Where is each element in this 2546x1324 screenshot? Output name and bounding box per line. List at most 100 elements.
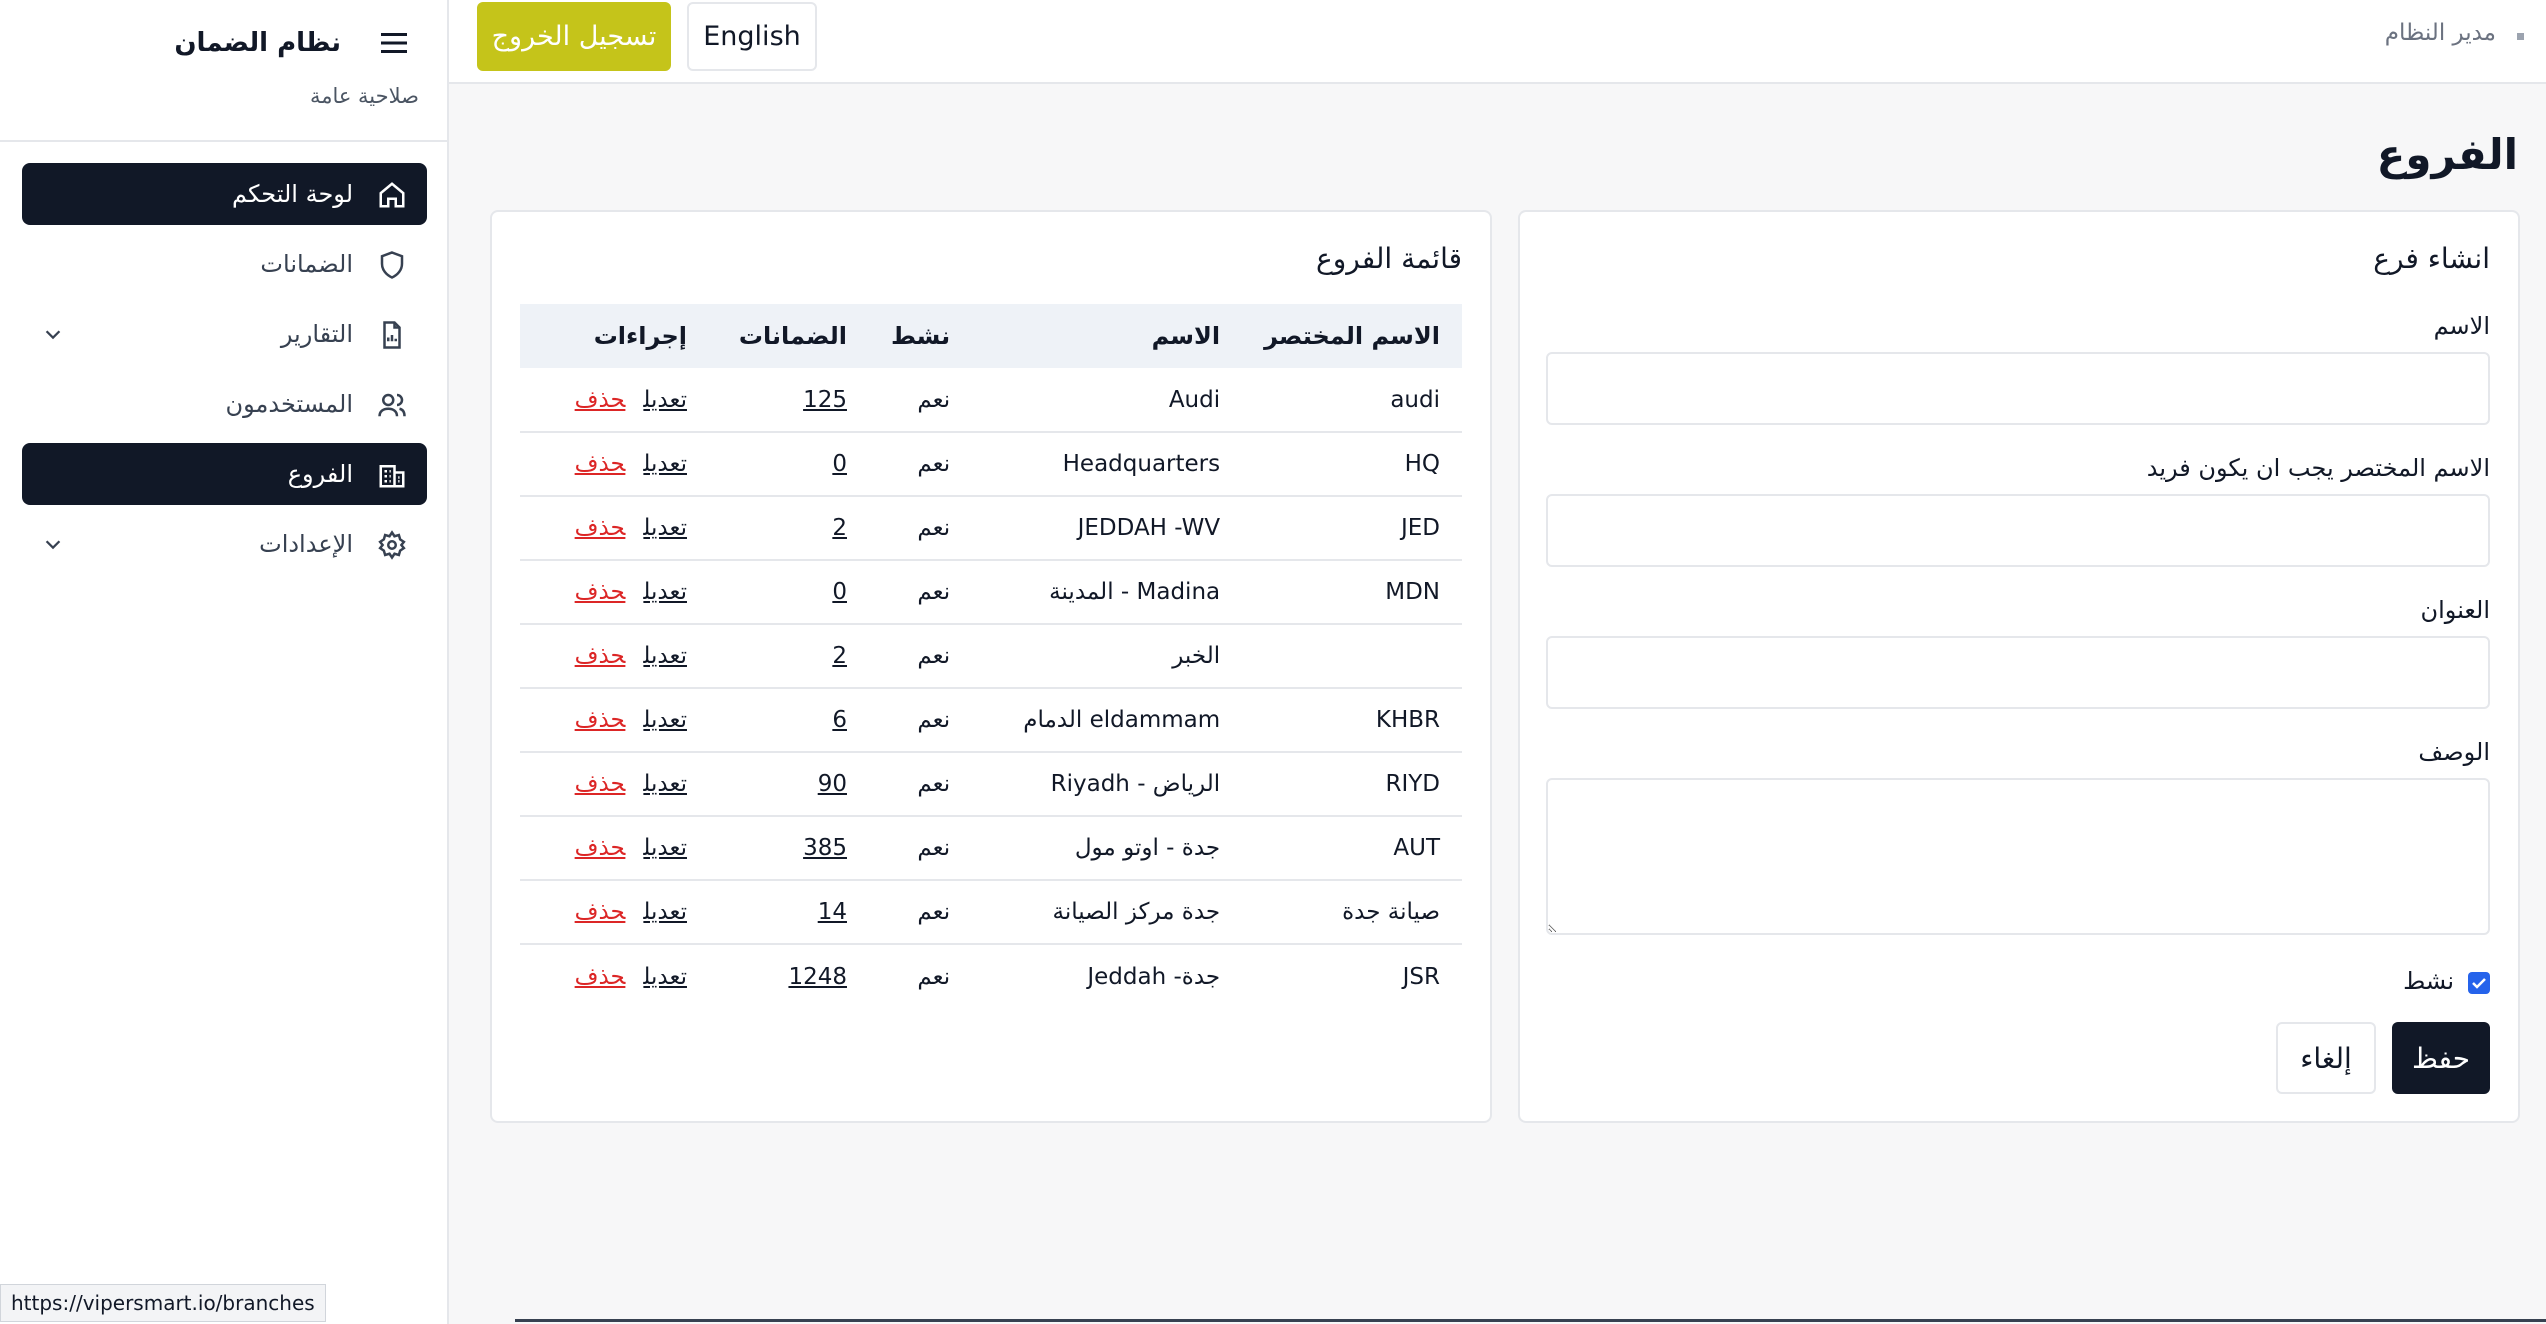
delete-link[interactable]: حذف: [575, 579, 626, 605]
edit-link[interactable]: تعديل: [643, 451, 687, 477]
table-row: JSR جدة- Jeddah نعم 1248 تعديل حذف: [520, 944, 1462, 1008]
branch-short-name: HQ: [1242, 432, 1462, 497]
chevron-down-icon[interactable]: [42, 533, 64, 555]
user-name[interactable]: مدير النظام: [2385, 20, 2496, 46]
hamburger-menu-icon[interactable]: [379, 30, 409, 60]
branch-short-name: JED: [1242, 496, 1462, 561]
branch-active: نعم: [868, 432, 973, 497]
delete-link[interactable]: حذف: [575, 451, 626, 477]
active-checkbox[interactable]: [2468, 972, 2490, 994]
description-textarea[interactable]: [1546, 778, 2490, 935]
users-icon: [377, 390, 407, 420]
branch-short-name: JSR: [1402, 963, 1440, 990]
guarantees-count-link[interactable]: 2: [832, 643, 847, 669]
edit-link[interactable]: تعديل: [643, 707, 687, 733]
table-row: AUT جدة - اوتو مول نعم 385 تعديل حذف: [520, 816, 1462, 881]
branch-name: eldammam الدمام: [972, 688, 1243, 753]
cancel-button[interactable]: إلغاء: [2276, 1022, 2376, 1094]
branch-name: جدة- Jeddah: [1087, 963, 1221, 990]
branch-short-name: [1242, 624, 1462, 689]
branch-active: نعم: [917, 963, 951, 990]
page-title: الفروع: [2376, 130, 2518, 179]
branch-name: الخبر: [972, 624, 1243, 689]
sidebar-item-label: الإعدادات: [259, 530, 353, 558]
app-subtitle: صلاحية عامة: [309, 84, 419, 108]
name-input[interactable]: [1546, 352, 2490, 425]
delete-link[interactable]: حذف: [575, 515, 626, 541]
delete-link[interactable]: حذف: [575, 707, 626, 733]
table-row: MDN Madina - المدينة نعم 0 تعديل حذف: [520, 560, 1462, 625]
report-icon: [377, 320, 407, 350]
edit-link[interactable]: تعديل: [643, 515, 687, 541]
branch-active: نعم: [868, 560, 973, 625]
edit-link[interactable]: تعديل: [643, 579, 687, 605]
branch-short-name: MDN: [1242, 560, 1462, 625]
bottom-divider: [515, 1319, 2546, 1322]
edit-link[interactable]: تعديل: [643, 835, 687, 861]
sidebar-item-branches[interactable]: الفروع: [22, 443, 427, 505]
sidebar-item-label: لوحة التحكم: [232, 180, 353, 208]
sidebar-item-label: الضمانات: [260, 250, 353, 278]
column-header: إجراءات: [520, 304, 709, 368]
table-row: audi Audi نعم 125 تعديل حذف: [520, 368, 1462, 433]
guarantees-count-link[interactable]: 2: [832, 515, 847, 541]
guarantees-count-link[interactable]: 0: [832, 451, 847, 477]
guarantees-count-link[interactable]: 6: [832, 707, 847, 733]
guarantees-count-link[interactable]: 14: [818, 899, 847, 925]
branch-name: JEDDAH -WV: [972, 496, 1243, 561]
column-header: الاسم المختصر: [1242, 304, 1462, 368]
delete-link[interactable]: حذف: [575, 964, 626, 990]
branch-short-name: KHBR: [1242, 688, 1462, 753]
guarantees-count-link[interactable]: 1248: [788, 964, 847, 990]
table-row: الخبر نعم 2 تعديل حذف: [520, 624, 1462, 689]
sidebar-item-guarantees[interactable]: الضمانات: [22, 233, 427, 295]
branch-name: Madina - المدينة: [972, 560, 1243, 625]
create-branch-heading: انشاء فرع: [2373, 242, 2490, 275]
edit-link[interactable]: تعديل: [643, 771, 687, 797]
delete-link[interactable]: حذف: [575, 387, 626, 413]
branch-name: الرياض - Riyadh: [972, 752, 1243, 817]
short-name-input[interactable]: [1546, 494, 2490, 567]
delete-link[interactable]: حذف: [575, 643, 626, 669]
branch-list-heading: قائمة الفروع: [1316, 242, 1462, 275]
status-bar-url: https://vipersmart.io/branches: [0, 1284, 326, 1322]
table-row: KHBR eldammam الدمام نعم 6 تعديل حذف: [520, 688, 1462, 753]
sidebar-item-label: التقارير: [280, 320, 353, 348]
sidebar-item-label: الفروع: [287, 460, 353, 488]
gear-icon: [377, 530, 407, 560]
branch-name: Headquarters: [972, 432, 1243, 497]
guarantees-count-link[interactable]: 0: [832, 579, 847, 605]
delete-link[interactable]: حذف: [575, 771, 626, 797]
branch-active: نعم: [868, 496, 973, 561]
branch-active: نعم: [868, 688, 973, 753]
sidebar-item-users[interactable]: المستخدمون: [22, 373, 427, 435]
table-row: JED JEDDAH -WV نعم 2 تعديل حذف: [520, 496, 1462, 561]
branch-active: نعم: [868, 752, 973, 817]
user-status-icon: [2517, 33, 2524, 40]
sidebar-item-settings[interactable]: الإعدادات: [22, 513, 427, 575]
chevron-down-icon[interactable]: [42, 323, 64, 345]
guarantees-count-link[interactable]: 125: [803, 387, 847, 413]
guarantees-count-link[interactable]: 90: [818, 771, 847, 797]
active-label: نشط: [2403, 967, 2454, 995]
edit-link[interactable]: تعديل: [643, 387, 687, 413]
guarantees-count-link[interactable]: 385: [803, 835, 847, 861]
column-header: الضمانات: [708, 304, 869, 368]
top-bar: تسجيل الخروج English مدير النظام: [449, 0, 2546, 84]
address-input[interactable]: [1546, 636, 2490, 709]
sidebar-item-dashboard[interactable]: لوحة التحكم: [22, 163, 427, 225]
logout-button[interactable]: تسجيل الخروج: [477, 2, 671, 71]
delete-link[interactable]: حذف: [575, 835, 626, 861]
save-button[interactable]: حفظ: [2392, 1022, 2490, 1094]
delete-link[interactable]: حذف: [575, 899, 626, 925]
branch-short-name: audi: [1242, 368, 1462, 433]
sidebar-item-reports[interactable]: التقارير: [22, 303, 427, 365]
sidebar-item-label: المستخدمون: [225, 390, 353, 418]
language-toggle-button[interactable]: English: [687, 2, 817, 71]
branch-active: نعم: [868, 816, 973, 881]
edit-link[interactable]: تعديل: [643, 643, 687, 669]
branch-active: نعم: [868, 368, 973, 433]
branch-short-name: AUT: [1242, 816, 1462, 881]
edit-link[interactable]: تعديل: [643, 964, 687, 990]
edit-link[interactable]: تعديل: [643, 899, 687, 925]
